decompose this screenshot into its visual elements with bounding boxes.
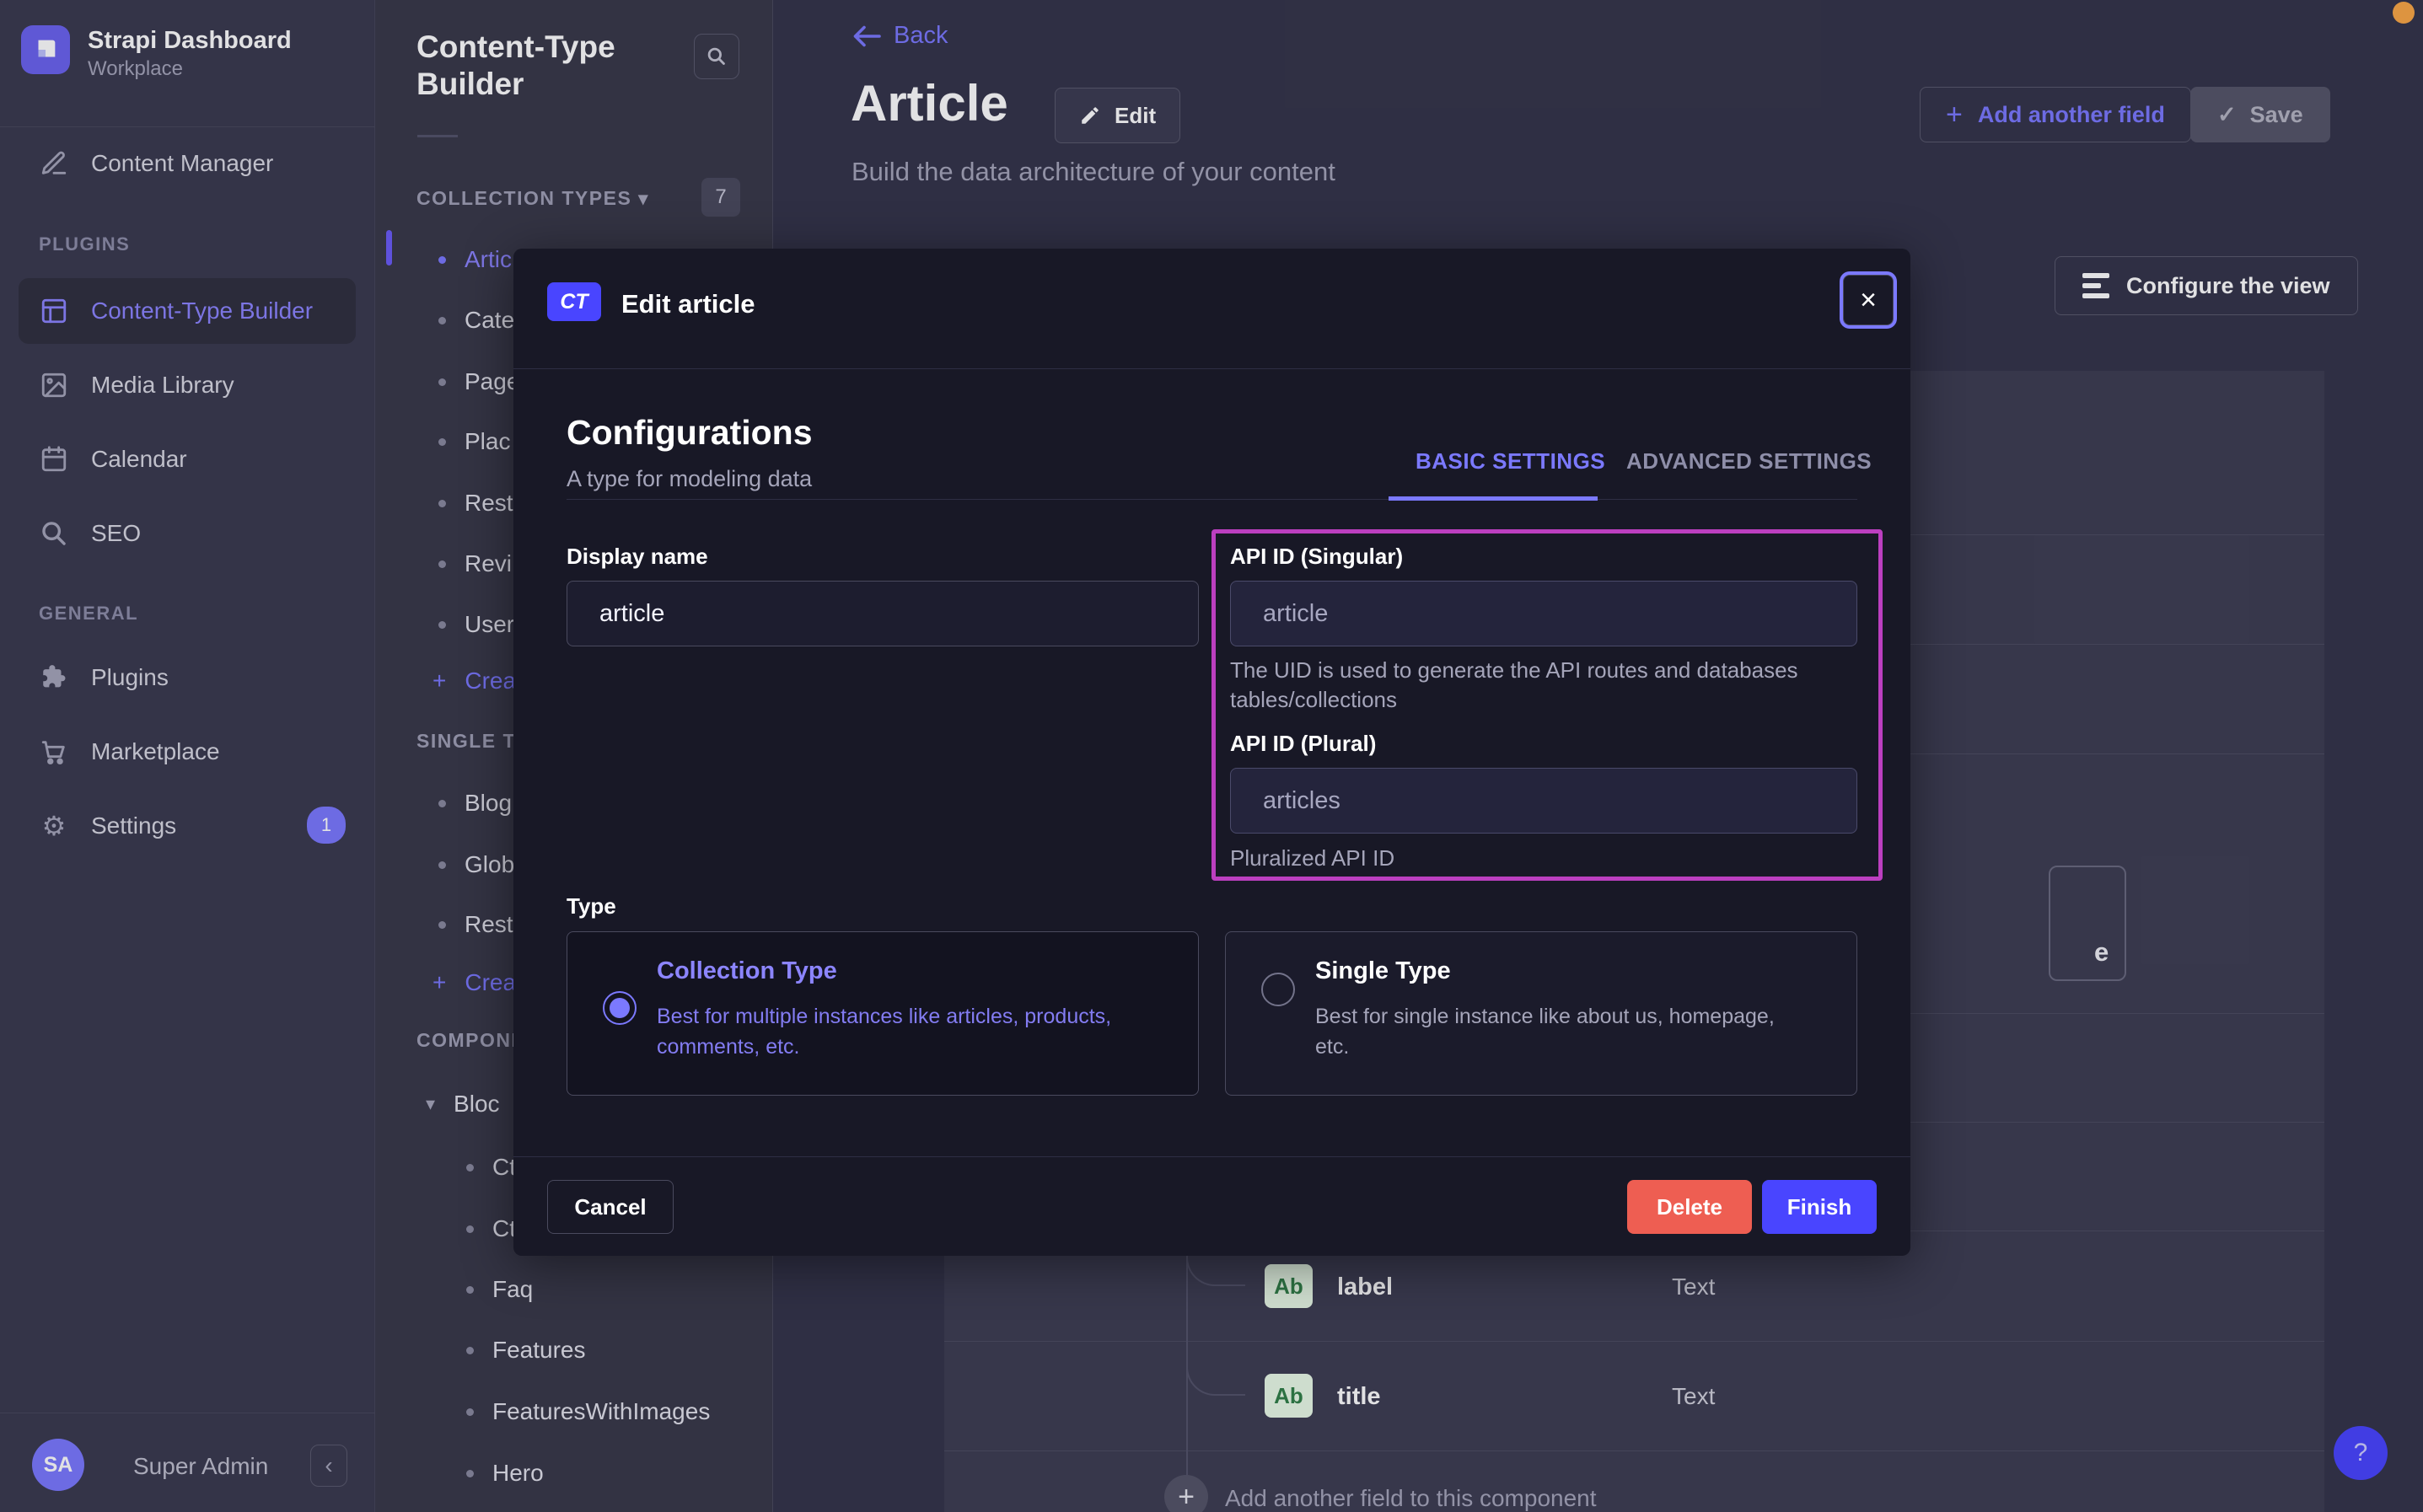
modal-footer: Cancel Delete Finish — [513, 1156, 1910, 1256]
cancel-button[interactable]: Cancel — [547, 1180, 674, 1234]
recording-indicator-dot — [2393, 2, 2415, 24]
display-name-label: Display name — [567, 544, 708, 570]
collection-type-option[interactable]: Collection Type Best for multiple instan… — [567, 931, 1199, 1096]
api-id-singular-label: API ID (Singular) — [1230, 544, 1403, 570]
radio-unselected-icon[interactable] — [1261, 973, 1295, 1006]
display-name-input[interactable] — [567, 581, 1199, 646]
api-id-plural-label: API ID (Plural) — [1230, 731, 1376, 757]
configurations-subheading: A type for modeling data — [567, 466, 812, 492]
collection-type-title: Collection Type — [657, 957, 837, 985]
api-id-singular-help: The UID is used to generate the API rout… — [1230, 656, 1820, 715]
delete-button[interactable]: Delete — [1627, 1180, 1752, 1234]
api-id-singular-input[interactable] — [1230, 581, 1857, 646]
edit-article-modal: CT Edit article × Configurations A type … — [513, 249, 1910, 1256]
content-type-badge: CT — [547, 282, 601, 321]
api-id-plural-help: Pluralized API ID — [1230, 844, 1820, 873]
single-type-desc: Best for single instance like about us, … — [1315, 1001, 1804, 1063]
tab-basic-settings[interactable]: BASIC SETTINGS — [1416, 448, 1605, 475]
modal-title: Edit article — [621, 289, 755, 319]
strapi-dashboard: Strapi Dashboard Workplace Content Manag… — [0, 0, 2423, 1512]
api-id-plural-input[interactable] — [1230, 768, 1857, 834]
divider — [567, 499, 1857, 500]
collection-type-desc: Best for multiple instances like article… — [657, 1001, 1146, 1063]
type-label: Type — [567, 893, 616, 920]
active-tab-underline — [1389, 496, 1598, 501]
finish-button[interactable]: Finish — [1762, 1180, 1877, 1234]
tab-advanced-settings[interactable]: ADVANCED SETTINGS — [1626, 448, 1872, 475]
single-type-option[interactable]: Single Type Best for single instance lik… — [1225, 931, 1857, 1096]
modal-header: CT Edit article × — [513, 249, 1910, 369]
close-icon[interactable]: × — [1843, 275, 1894, 325]
configurations-heading: Configurations — [567, 413, 813, 453]
single-type-title: Single Type — [1315, 957, 1451, 985]
radio-selected-icon[interactable] — [603, 991, 637, 1025]
